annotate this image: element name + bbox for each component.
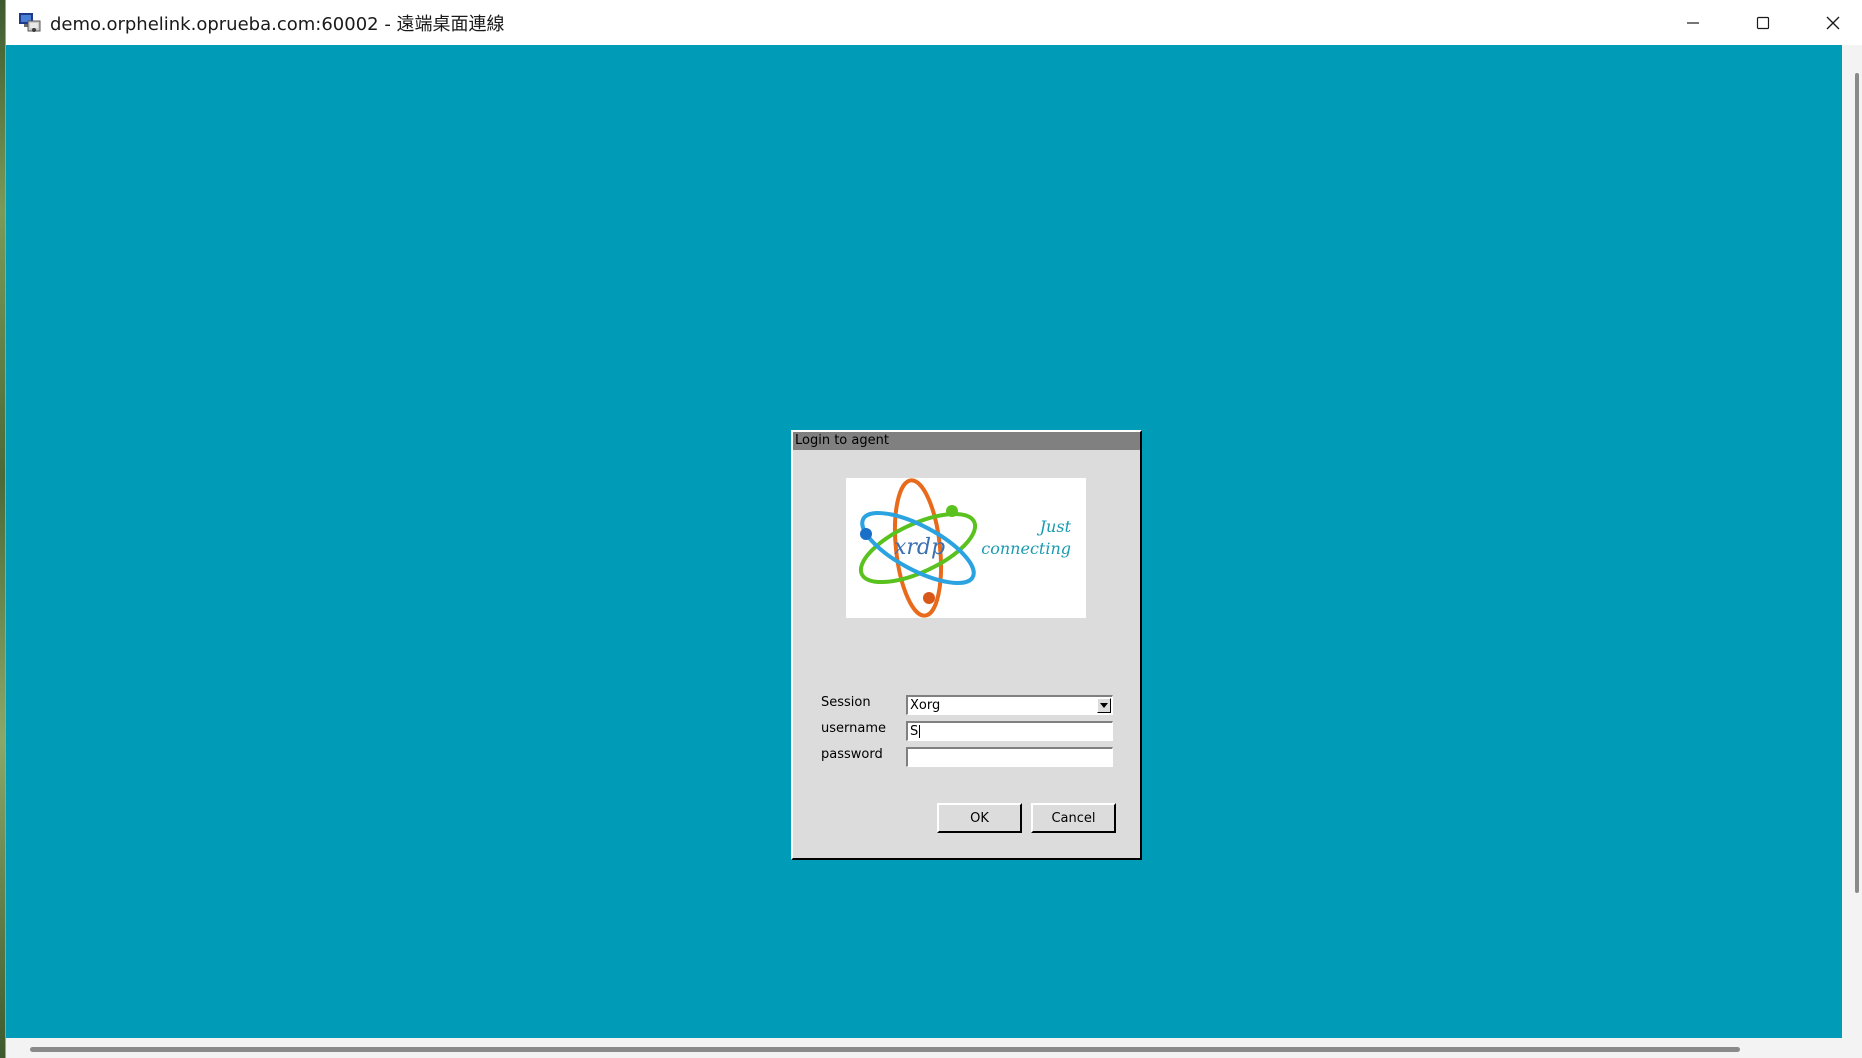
text-caret [919,725,921,738]
dialog-title: Login to agent [793,432,1140,450]
session-value: Xorg [910,698,941,713]
minimize-button[interactable] [1660,0,1726,45]
username-input[interactable]: S [906,721,1113,741]
maximize-icon [1756,16,1770,30]
remote-desktop-icon [18,10,42,34]
horizontal-scrollbar-thumb[interactable] [30,1047,1740,1052]
session-label: Session [821,695,871,710]
close-icon [1825,15,1841,31]
window-title: demo.orphelink.oprueba.com:60002 - 遠端桌面連… [50,14,505,35]
password-input[interactable] [906,747,1113,767]
cancel-button[interactable]: Cancel [1031,803,1116,833]
xrdp-logo-graphic: xrdp Just connecting [858,478,1072,618]
remote-desktop-window: demo.orphelink.oprueba.com:60002 - 遠端桌面連… [5,0,1862,1058]
chevron-down-icon [1100,697,1108,714]
logo-text-xrdp: xrdp [894,535,945,560]
username-label: username [821,721,886,736]
vertical-scrollbar[interactable] [1842,45,1862,1038]
logo-tagline-just: Just [1037,517,1072,536]
login-dialog: Login to agent xrdp Just connecting Sess… [791,430,1142,860]
username-value: S [910,724,919,739]
remote-desktop-viewport[interactable]: Login to agent xrdp Just connecting Sess… [6,45,1842,1038]
password-label: password [821,747,883,762]
logo-tagline-connecting: connecting [981,539,1071,558]
ok-button[interactable]: OK [937,803,1022,833]
dropdown-arrow-button[interactable] [1097,698,1111,713]
maximize-button[interactable] [1730,0,1796,45]
window-titlebar[interactable]: demo.orphelink.oprueba.com:60002 - 遠端桌面連… [6,0,1862,45]
minimize-icon [1686,16,1700,30]
close-button[interactable] [1800,0,1862,45]
horizontal-scrollbar[interactable] [6,1038,1842,1058]
vertical-scrollbar-thumb[interactable] [1855,73,1859,893]
session-select[interactable]: Xorg [906,695,1113,715]
xrdp-logo: xrdp Just connecting [846,478,1086,618]
